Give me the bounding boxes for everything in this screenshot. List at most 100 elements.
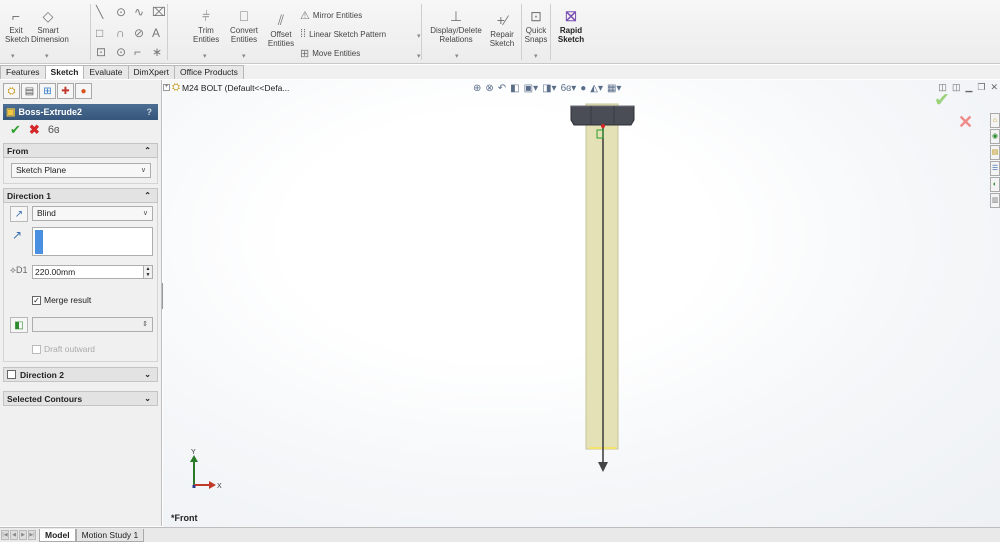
zoom-to-area-icon[interactable]: ⊗: [485, 83, 493, 94]
line-icon[interactable]: ╲: [96, 6, 103, 18]
repair-icon: +⁄: [496, 12, 508, 28]
configuration-manager-tab-icon[interactable]: ⊞: [39, 83, 56, 99]
rapid-sketch-button[interactable]: ⛝ Rapid Sketch: [553, 8, 589, 44]
quick-snaps-icon: ⊡: [530, 8, 542, 24]
tile-view-icon[interactable]: ◫: [952, 82, 961, 93]
feature-tree-flyout[interactable]: + ⛭ M24 BOLT (Default<<Defa...: [163, 82, 289, 93]
direction2-checkbox[interactable]: [7, 370, 16, 379]
feature-manager-tab-icon[interactable]: ⛭: [3, 83, 20, 99]
pattern-dropdown-icon[interactable]: ▾: [417, 32, 421, 40]
tab-features[interactable]: Features: [0, 65, 46, 79]
display-style-icon[interactable]: ◨▾: [542, 83, 556, 94]
confirm-cancel-icon[interactable]: ✕: [958, 112, 973, 133]
tab-motion-study[interactable]: Motion Study 1: [75, 528, 145, 542]
display-manager-tab-icon[interactable]: ●: [75, 83, 92, 99]
trim-entities-button[interactable]: ⫩ Trim Entities: [193, 8, 219, 44]
move-entities-button[interactable]: ⊞ Move Entities: [300, 47, 360, 60]
slot-icon[interactable]: ⊡: [96, 46, 106, 58]
rectangle-icon[interactable]: □: [96, 27, 103, 39]
ok-icon[interactable]: ✔: [10, 122, 21, 138]
resources-tab-icon[interactable]: ⌂: [990, 113, 1000, 128]
previous-view-icon[interactable]: ↶: [498, 83, 506, 94]
next-tab-icon[interactable]: ▶: [19, 530, 27, 540]
help-icon[interactable]: ?: [147, 107, 153, 117]
file-explorer-tab-icon[interactable]: ▤: [990, 145, 1000, 160]
last-tab-icon[interactable]: ▶|: [28, 530, 36, 540]
first-tab-icon[interactable]: |◀: [1, 530, 9, 540]
snaps-dropdown-icon[interactable]: ▾: [534, 52, 538, 60]
arc-icon[interactable]: ∩: [116, 27, 125, 39]
depth-input[interactable]: 220.00mm ▲ ▼: [32, 265, 153, 279]
expand-icon[interactable]: ⌄: [144, 370, 151, 379]
spin-buttons[interactable]: ▲ ▼: [143, 266, 152, 278]
ellipse-icon[interactable]: ⊘: [134, 27, 144, 39]
circle-icon[interactable]: ⊙: [116, 6, 126, 18]
detailed-preview-icon[interactable]: 6ɞ: [48, 124, 60, 136]
property-manager-tab-icon[interactable]: ▤: [21, 83, 38, 99]
direction-of-extrusion-box[interactable]: [32, 227, 153, 256]
quick-snaps-button[interactable]: ⊡ Quick Snaps: [523, 8, 549, 44]
smart-dimension-dropdown-icon[interactable]: ▾: [45, 52, 49, 60]
close-icon[interactable]: ✕: [990, 82, 998, 93]
spline-icon[interactable]: ∿: [134, 6, 144, 18]
edit-appearance-icon[interactable]: ●: [580, 83, 586, 94]
view-settings-icon[interactable]: ▦▾: [607, 83, 621, 94]
selected-contours-section-header[interactable]: Selected Contours ⌄: [3, 391, 158, 406]
smart-dimension-button[interactable]: ◇ Smart Dimension: [31, 8, 69, 44]
direction-arrow-head[interactable]: [598, 462, 608, 472]
direction2-section-header[interactable]: Direction 2 ⌄: [3, 367, 158, 382]
tab-office-products[interactable]: Office Products: [173, 65, 244, 79]
dimxpert-manager-tab-icon[interactable]: ✚: [57, 83, 74, 99]
draft-outward-checkbox[interactable]: Draft outward: [32, 344, 95, 354]
from-section-header[interactable]: From ⌃: [3, 143, 158, 158]
repair-sketch-button[interactable]: +⁄ Repair Sketch: [486, 12, 518, 48]
sketch-fillet-icon[interactable]: ⌧: [152, 6, 166, 18]
relations-dropdown-icon[interactable]: ▾: [455, 52, 459, 60]
point-icon[interactable]: ∗: [152, 46, 162, 58]
draft-on-off-icon[interactable]: ◧: [10, 317, 28, 333]
hide-show-items-icon[interactable]: 6ɞ▾: [561, 83, 577, 94]
custom-properties-tab-icon[interactable]: ▥: [990, 193, 1000, 208]
direction1-section-header[interactable]: Direction 1 ⌃: [3, 188, 158, 203]
from-select[interactable]: Sketch Plane ∨: [11, 163, 151, 178]
view-palette-tab-icon[interactable]: ☰: [990, 161, 1000, 176]
cancel-icon[interactable]: ✖: [29, 122, 40, 138]
expand-tree-icon[interactable]: +: [163, 84, 170, 91]
tab-evaluate[interactable]: Evaluate: [83, 65, 129, 79]
draft-angle-input[interactable]: ⇕: [32, 317, 153, 332]
collapse-icon[interactable]: ⌃: [144, 146, 151, 155]
trim-dropdown-icon[interactable]: ▾: [203, 52, 207, 60]
expand-icon[interactable]: ⌄: [144, 394, 151, 403]
mirror-entities-button[interactable]: ⚠ Mirror Entities: [300, 9, 362, 22]
apply-scene-icon[interactable]: ◭▾: [590, 83, 603, 94]
confirm-ok-icon[interactable]: ✔: [934, 89, 950, 112]
convert-entities-button[interactable]: ⎕ Convert Entities: [226, 8, 262, 44]
collapse-icon[interactable]: ⌃: [144, 191, 151, 200]
polygon-icon[interactable]: ⊙: [116, 46, 126, 58]
text-icon[interactable]: A: [152, 27, 160, 39]
tab-dimxpert[interactable]: DimXpert: [127, 65, 175, 79]
exit-sketch-button[interactable]: ⌐ Exit Sketch: [5, 8, 29, 44]
exit-sketch-dropdown-icon[interactable]: ▾: [11, 52, 15, 60]
tab-model[interactable]: Model: [39, 528, 76, 542]
display-delete-relations-button[interactable]: ⊥ Display/Delete Relations: [427, 8, 485, 44]
view-orientation-icon[interactable]: ▣▾: [524, 83, 538, 94]
zoom-to-fit-icon[interactable]: ⊕: [473, 83, 481, 94]
convert-dropdown-icon[interactable]: ▾: [242, 52, 246, 60]
linear-pattern-button[interactable]: ⁞⁞ Linear Sketch Pattern: [300, 28, 386, 40]
appearances-tab-icon[interactable]: ◐: [990, 177, 1000, 192]
design-library-tab-icon[interactable]: ◉: [990, 129, 1000, 144]
tab-sketch[interactable]: Sketch: [44, 65, 85, 79]
minimize-icon[interactable]: ▁: [965, 82, 972, 93]
mirror-icon: ⚠: [300, 10, 310, 22]
prev-tab-icon[interactable]: ◀: [10, 530, 18, 540]
move-dropdown-icon[interactable]: ▾: [417, 52, 421, 60]
merge-result-checkbox[interactable]: ✓ Merge result: [32, 295, 91, 305]
restore-icon[interactable]: ❐: [977, 82, 985, 93]
centerline-icon[interactable]: ⌐: [134, 46, 141, 58]
section-view-icon[interactable]: ◧: [510, 83, 519, 94]
end-condition-select[interactable]: Blind ∨: [32, 206, 153, 221]
reverse-direction-icon[interactable]: ↗: [10, 206, 28, 222]
offset-entities-button[interactable]: ⫽ Offset Entities: [265, 12, 297, 48]
graphics-area[interactable]: Y X + ⛭ M24 BOLT (Default<<Defa... ⊕ ⊗ ↶…: [163, 80, 1000, 527]
